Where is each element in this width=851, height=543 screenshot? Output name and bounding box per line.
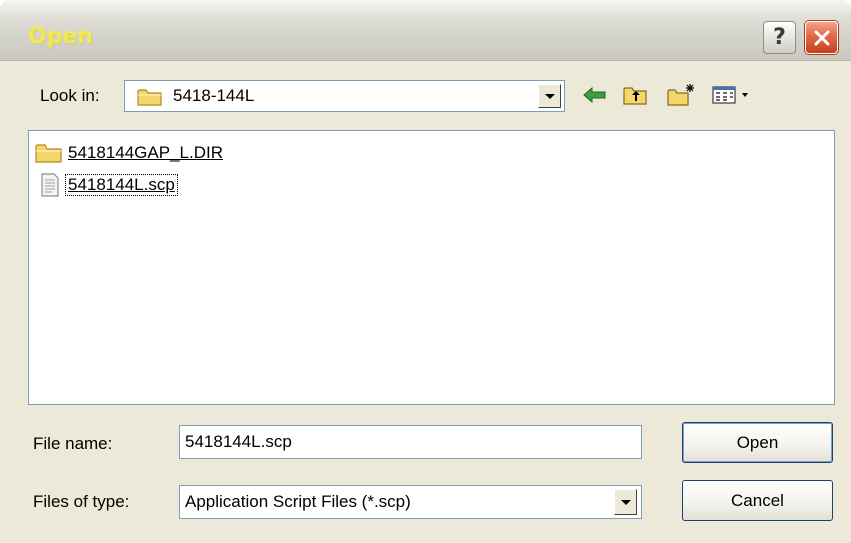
folder-icon <box>137 89 162 106</box>
list-item[interactable]: 5418144L.scp <box>35 173 178 197</box>
help-icon: ? <box>773 25 786 50</box>
open-button[interactable]: Open <box>682 422 833 463</box>
new-folder-icon[interactable] <box>665 81 697 109</box>
title-bar[interactable]: Open ? <box>0 0 851 61</box>
folder-icon <box>35 144 62 163</box>
script-file-icon <box>41 173 59 197</box>
close-icon <box>814 30 829 45</box>
file-list[interactable]: 5418144GAP_L.DIR 5418144L.scp <box>28 130 835 405</box>
file-name: 5418144L.scp <box>65 174 178 196</box>
file-type-dropdown-button[interactable] <box>614 489 637 515</box>
cancel-button[interactable]: Cancel <box>682 480 833 521</box>
help-button[interactable]: ? <box>763 21 796 54</box>
look-in-dropdown-button[interactable] <box>538 84 561 108</box>
view-menu-icon[interactable] <box>710 81 754 109</box>
close-button[interactable] <box>805 21 838 54</box>
window-title: Open <box>28 24 94 49</box>
open-dialog: Open ? Look in: 5418-144L 5418144GAP_L.D… <box>0 0 851 543</box>
file-name-label: File name: <box>33 434 113 453</box>
back-arrow-icon[interactable] <box>580 81 610 109</box>
file-type-dropdown[interactable]: Application Script Files (*.scp) <box>179 485 642 519</box>
list-item[interactable]: 5418144GAP_L.DIR <box>35 141 225 165</box>
up-folder-icon[interactable] <box>620 81 650 109</box>
files-of-type-label: Files of type: <box>33 492 130 511</box>
look-in-label: Look in: <box>40 86 100 105</box>
look-in-value: 5418-144L <box>173 86 255 105</box>
file-name-input[interactable]: 5418144L.scp <box>179 425 642 459</box>
look-in-dropdown[interactable]: 5418-144L <box>124 80 565 112</box>
file-name: 5418144GAP_L.DIR <box>68 143 223 162</box>
file-type-value: Application Script Files (*.scp) <box>185 492 411 511</box>
